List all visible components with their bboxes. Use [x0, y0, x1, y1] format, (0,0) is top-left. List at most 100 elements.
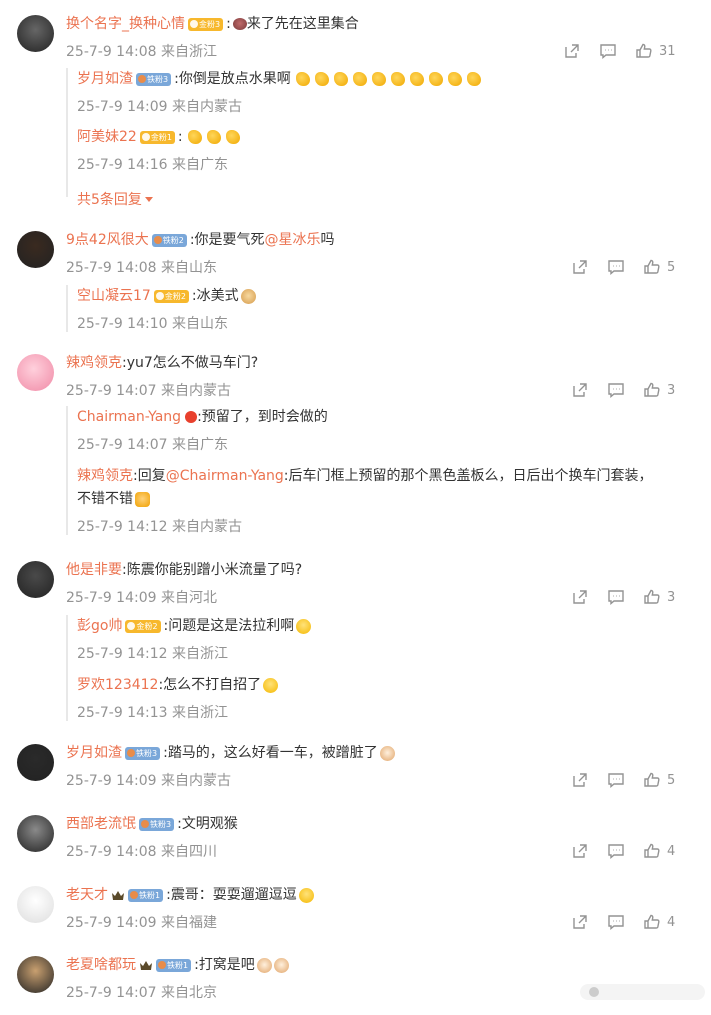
comment-author[interactable]: 老天才 — [66, 886, 108, 904]
reply-button[interactable] — [607, 769, 625, 791]
comment-line: 岁月如渣 铁粉3: 踏马的，这么好看一车，被蹭脏了 — [66, 744, 395, 762]
comment-text: 陈震你能别蹭小米流量了吗? — [126, 562, 303, 578]
comment-text: yu7怎么不做马车门? — [126, 355, 259, 371]
like-button[interactable]: 3 — [643, 379, 675, 401]
reply-text-line2: 不错不错 — [77, 491, 133, 507]
user-avatar[interactable] — [17, 815, 54, 852]
banana-emoji-icon — [428, 72, 443, 86]
squirrel-emoji-icon — [232, 18, 247, 30]
reply-button[interactable] — [607, 256, 625, 278]
fan-badge[interactable]: 铁粉3 — [136, 72, 172, 86]
reply-line: Chairman-Yang: 预留了，到时会做的 — [77, 408, 328, 426]
fan-badge[interactable]: 铁粉3 — [125, 746, 161, 760]
badge-label: 金粉3 — [199, 19, 221, 29]
badge-label: 铁粉3 — [136, 748, 158, 758]
mention-link[interactable]: @星冰乐 — [265, 231, 321, 249]
badge-label: 金粉2 — [136, 621, 158, 631]
reply-meta: 25-7-9 14:16 来自广东 — [77, 157, 228, 173]
like-button[interactable]: 4 — [643, 911, 675, 933]
reply-text: 预留了，到时会做的 — [201, 409, 328, 425]
reply-button[interactable] — [607, 379, 625, 401]
fan-badge[interactable]: 铁粉3 — [139, 817, 175, 831]
mention-link[interactable]: @Chairman-Yang — [166, 467, 284, 485]
reply-author[interactable]: 彭go帅 — [77, 617, 122, 635]
user-avatar[interactable] — [17, 744, 54, 781]
caret-down-icon — [144, 196, 153, 202]
badge-label: 铁粉3 — [150, 819, 172, 829]
reply-text: 你倒是放点水果啊 — [178, 71, 291, 87]
like-count: 4 — [667, 914, 676, 930]
reply-author[interactable]: Chairman-Yang — [77, 408, 181, 426]
reply-divider — [66, 615, 68, 721]
comment-actions: 5 — [531, 256, 711, 278]
banana-emoji-icon — [447, 72, 462, 86]
fan-badge[interactable]: 金粉2 — [153, 289, 189, 303]
comment-author[interactable]: 老夏啥都玩 — [66, 956, 136, 974]
more-replies-link[interactable]: 共5条回复 — [77, 189, 153, 209]
banana-emoji-icon — [390, 72, 405, 86]
share-button[interactable] — [571, 379, 589, 401]
reply-text: 怎么不打自招了 — [163, 677, 262, 693]
reply-author[interactable]: 辣鸡领克 — [77, 467, 133, 485]
like-button[interactable]: 5 — [643, 769, 675, 791]
like-button[interactable]: 3 — [643, 586, 675, 608]
badge-icon — [138, 75, 146, 83]
banana-emoji-icon — [466, 72, 481, 86]
badge-icon — [153, 236, 162, 244]
badge-label: 金粉2 — [164, 291, 186, 301]
like-button[interactable]: 5 — [643, 256, 675, 278]
comment-actions: 31 — [531, 40, 711, 62]
badge-icon — [127, 749, 135, 757]
reply-author[interactable]: 阿美妹22 — [77, 128, 137, 146]
reply-author[interactable]: 空山凝云17 — [77, 287, 151, 305]
fan-badge[interactable]: 金粉2 — [125, 619, 161, 633]
reply-button[interactable] — [599, 40, 617, 62]
share-button[interactable] — [571, 586, 589, 608]
comment-author[interactable]: 辣鸡领克 — [66, 354, 122, 372]
share-button[interactable] — [571, 840, 589, 862]
like-button[interactable]: 4 — [643, 840, 675, 862]
comment-line: 西部老流氓 铁粉3: 文明观猴 — [66, 815, 238, 833]
fan-badge[interactable]: 铁粉2 — [151, 233, 187, 247]
comment-author[interactable]: 换个名字_换种心情 — [66, 15, 185, 33]
user-avatar[interactable] — [17, 956, 54, 993]
reply-button[interactable] — [607, 586, 625, 608]
reply-author[interactable]: 罗欢123412 — [77, 676, 158, 694]
user-avatar[interactable] — [17, 886, 54, 923]
reply-button[interactable] — [607, 911, 625, 933]
badge-label: 金粉1 — [150, 132, 172, 142]
comment-text: 来了先在这里集合 — [246, 16, 359, 32]
reply-button[interactable] — [607, 840, 625, 862]
comment-text-after: 吗 — [320, 232, 335, 248]
user-avatar[interactable] — [17, 354, 54, 391]
fan-badge[interactable]: 铁粉1 — [128, 888, 164, 902]
badge-icon — [130, 891, 138, 899]
share-button[interactable] — [571, 911, 589, 933]
cat-emoji-icon — [273, 957, 289, 973]
like-count: 3 — [667, 589, 676, 605]
fan-badge[interactable]: 金粉1 — [139, 130, 175, 144]
user-avatar[interactable] — [17, 561, 54, 598]
comment-author[interactable]: 西部老流氓 — [66, 815, 136, 833]
reply-line: 罗欢123412: 怎么不打自招了 — [77, 676, 279, 694]
comment-author[interactable]: 岁月如渣 — [66, 744, 122, 762]
like-button[interactable]: 31 — [635, 40, 676, 62]
comment-author[interactable]: 9点42风很大 — [66, 231, 149, 249]
banana-emoji-icon — [371, 72, 386, 86]
badge-icon — [190, 20, 198, 28]
user-avatar[interactable] — [17, 15, 54, 52]
share-button[interactable] — [563, 40, 581, 62]
comment-meta: 25-7-9 14:07 来自北京 — [66, 985, 217, 1001]
reply-author[interactable]: 岁月如渣 — [77, 70, 133, 88]
share-button[interactable] — [571, 256, 589, 278]
banana-emoji-icon — [225, 130, 240, 144]
reply-meta: 25-7-9 14:10 来自山东 — [77, 316, 228, 332]
share-button[interactable] — [571, 769, 589, 791]
comment-author[interactable]: 他是非要 — [66, 561, 122, 579]
fan-badge[interactable]: 金粉3 — [188, 17, 224, 31]
fan-badge[interactable]: 铁粉1 — [156, 958, 192, 972]
verified-icon — [185, 411, 198, 423]
comment-meta: 25-7-9 14:09 来自内蒙古 — [66, 773, 231, 789]
user-avatar[interactable] — [17, 231, 54, 268]
comment-line: 他是非要: 陈震你能别蹭小米流量了吗? — [66, 561, 302, 579]
